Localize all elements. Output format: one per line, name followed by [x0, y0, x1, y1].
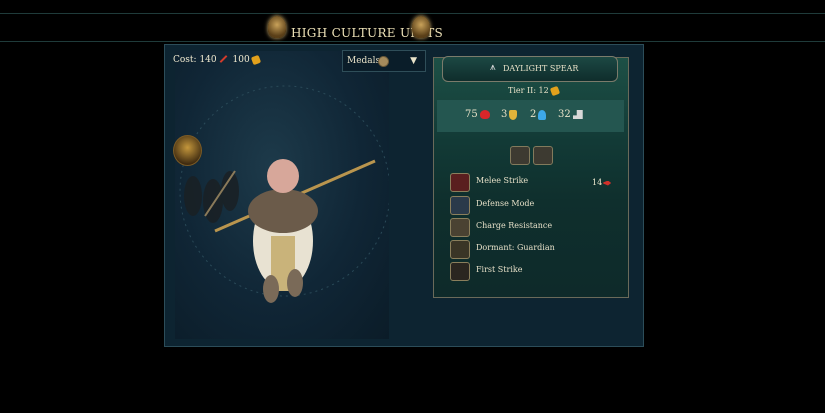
- helmet-icon: [412, 16, 430, 38]
- boot-icon: [572, 110, 583, 119]
- unit-artwork: [179, 85, 389, 303]
- cost-label: Cost:: [173, 55, 197, 65]
- spear-icon: ⩚: [490, 62, 496, 73]
- guardian-icon[interactable]: [450, 240, 470, 259]
- helmet-icon: [268, 16, 286, 38]
- hammer-icon: [219, 54, 228, 63]
- unit-name-plate: ⩚ DAYLIGHT SPEAR: [442, 56, 618, 82]
- defense-stat[interactable]: 3: [501, 109, 518, 120]
- medals-label: Medals: [347, 56, 381, 66]
- trait-slot-1[interactable]: [510, 146, 530, 165]
- production-cost: 140: [199, 55, 217, 65]
- medals-dropdown[interactable]: Medals ▼: [342, 50, 426, 72]
- shield-icon[interactable]: [450, 196, 470, 215]
- mana-stat[interactable]: 2: [530, 109, 547, 120]
- mana-value: 2: [530, 109, 537, 120]
- sword-slash-icon[interactable]: [450, 173, 470, 192]
- chevron-down-icon: ▼: [410, 56, 417, 66]
- ability-label: Melee Strike: [476, 176, 529, 185]
- damage-icon: [603, 180, 612, 186]
- heart-icon: [479, 110, 490, 119]
- damage-number: 14: [592, 178, 603, 187]
- unit-name: DAYLIGHT SPEAR: [503, 64, 579, 73]
- movement-stat[interactable]: 32: [558, 109, 583, 120]
- movement-value: 32: [558, 109, 571, 120]
- ability-label: First Strike: [476, 265, 523, 274]
- chevrons-icon[interactable]: [450, 218, 470, 237]
- defense-value: 3: [501, 109, 508, 120]
- mana-icon: [538, 109, 547, 120]
- health-value: 75: [465, 109, 478, 120]
- first-strike-icon[interactable]: [450, 262, 470, 281]
- unit-tier: Tier II: 12: [508, 85, 560, 97]
- gold-icon: [549, 85, 560, 97]
- unit-type-badge-icon[interactable]: [173, 135, 202, 166]
- trait-slot-2[interactable]: [533, 146, 553, 165]
- damage-value: 14: [592, 178, 612, 187]
- tier-label: Tier II: 12: [508, 86, 549, 95]
- ability-label: Defense Mode: [476, 199, 535, 208]
- ability-label: Dormant: Guardian: [476, 243, 555, 252]
- header: HIGH CULTURE UNITS: [0, 12, 825, 42]
- gold-icon: [250, 54, 261, 65]
- medal-icon: [378, 56, 389, 67]
- ability-label: Charge Resistance: [476, 221, 553, 230]
- health-stat[interactable]: 75: [465, 109, 490, 120]
- unit-preview: [175, 51, 389, 339]
- gold-cost: 100: [232, 55, 250, 65]
- shield-icon: [509, 109, 518, 120]
- unit-cost: Cost: 140 100: [173, 54, 261, 65]
